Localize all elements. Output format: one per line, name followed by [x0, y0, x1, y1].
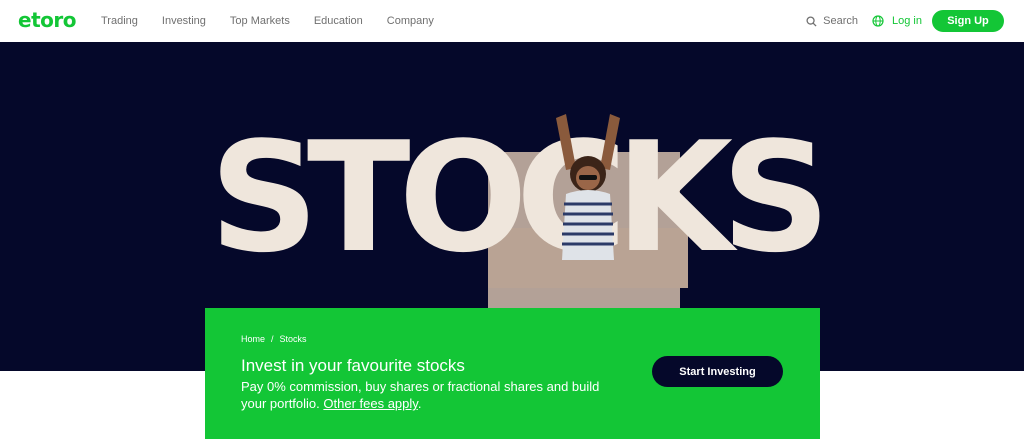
- breadcrumb-home[interactable]: Home: [241, 334, 265, 344]
- nav-top-markets[interactable]: Top Markets: [230, 15, 290, 27]
- stocks-word: STOCKS: [209, 112, 830, 274]
- other-fees-link[interactable]: Other fees apply: [323, 396, 417, 411]
- globe-icon[interactable]: [872, 15, 884, 27]
- signup-label: Sign Up: [947, 15, 989, 27]
- search-icon: [806, 15, 817, 27]
- start-investing-label: Start Investing: [679, 365, 756, 378]
- search-button[interactable]: Search: [806, 15, 858, 27]
- start-investing-button[interactable]: Start Investing: [652, 356, 783, 387]
- signup-button[interactable]: Sign Up: [932, 10, 1004, 32]
- nav-investing[interactable]: Investing: [162, 15, 206, 27]
- stocks-word-text: STOCKS: [209, 109, 830, 286]
- main-nav: Trading Investing Top Markets Education …: [101, 0, 434, 42]
- etoro-logo[interactable]: etoro: [18, 8, 76, 32]
- site-header: etoro Trading Investing Top Markets Educ…: [0, 0, 1024, 43]
- page-description: Pay 0% commission, buy shares or fractio…: [241, 378, 601, 412]
- stocks-hero-image: STOCKS: [209, 98, 831, 312]
- logo-text: etoro: [18, 8, 76, 32]
- breadcrumb-separator: /: [271, 334, 274, 344]
- login-link[interactable]: Log in: [892, 15, 922, 27]
- header-actions: Search Log in Sign Up: [806, 0, 1004, 42]
- nav-company[interactable]: Company: [387, 15, 434, 27]
- stocks-intro-panel: Home / Stocks Invest in your favourite s…: [205, 308, 820, 439]
- search-label: Search: [823, 15, 859, 27]
- nav-education[interactable]: Education: [314, 15, 363, 27]
- page-title: Invest in your favourite stocks: [241, 356, 465, 375]
- description-period: .: [417, 396, 422, 411]
- nav-trading[interactable]: Trading: [101, 15, 138, 27]
- breadcrumb-stocks: Stocks: [279, 334, 307, 344]
- person-illustration: [556, 114, 620, 260]
- breadcrumb: Home / Stocks: [241, 334, 307, 344]
